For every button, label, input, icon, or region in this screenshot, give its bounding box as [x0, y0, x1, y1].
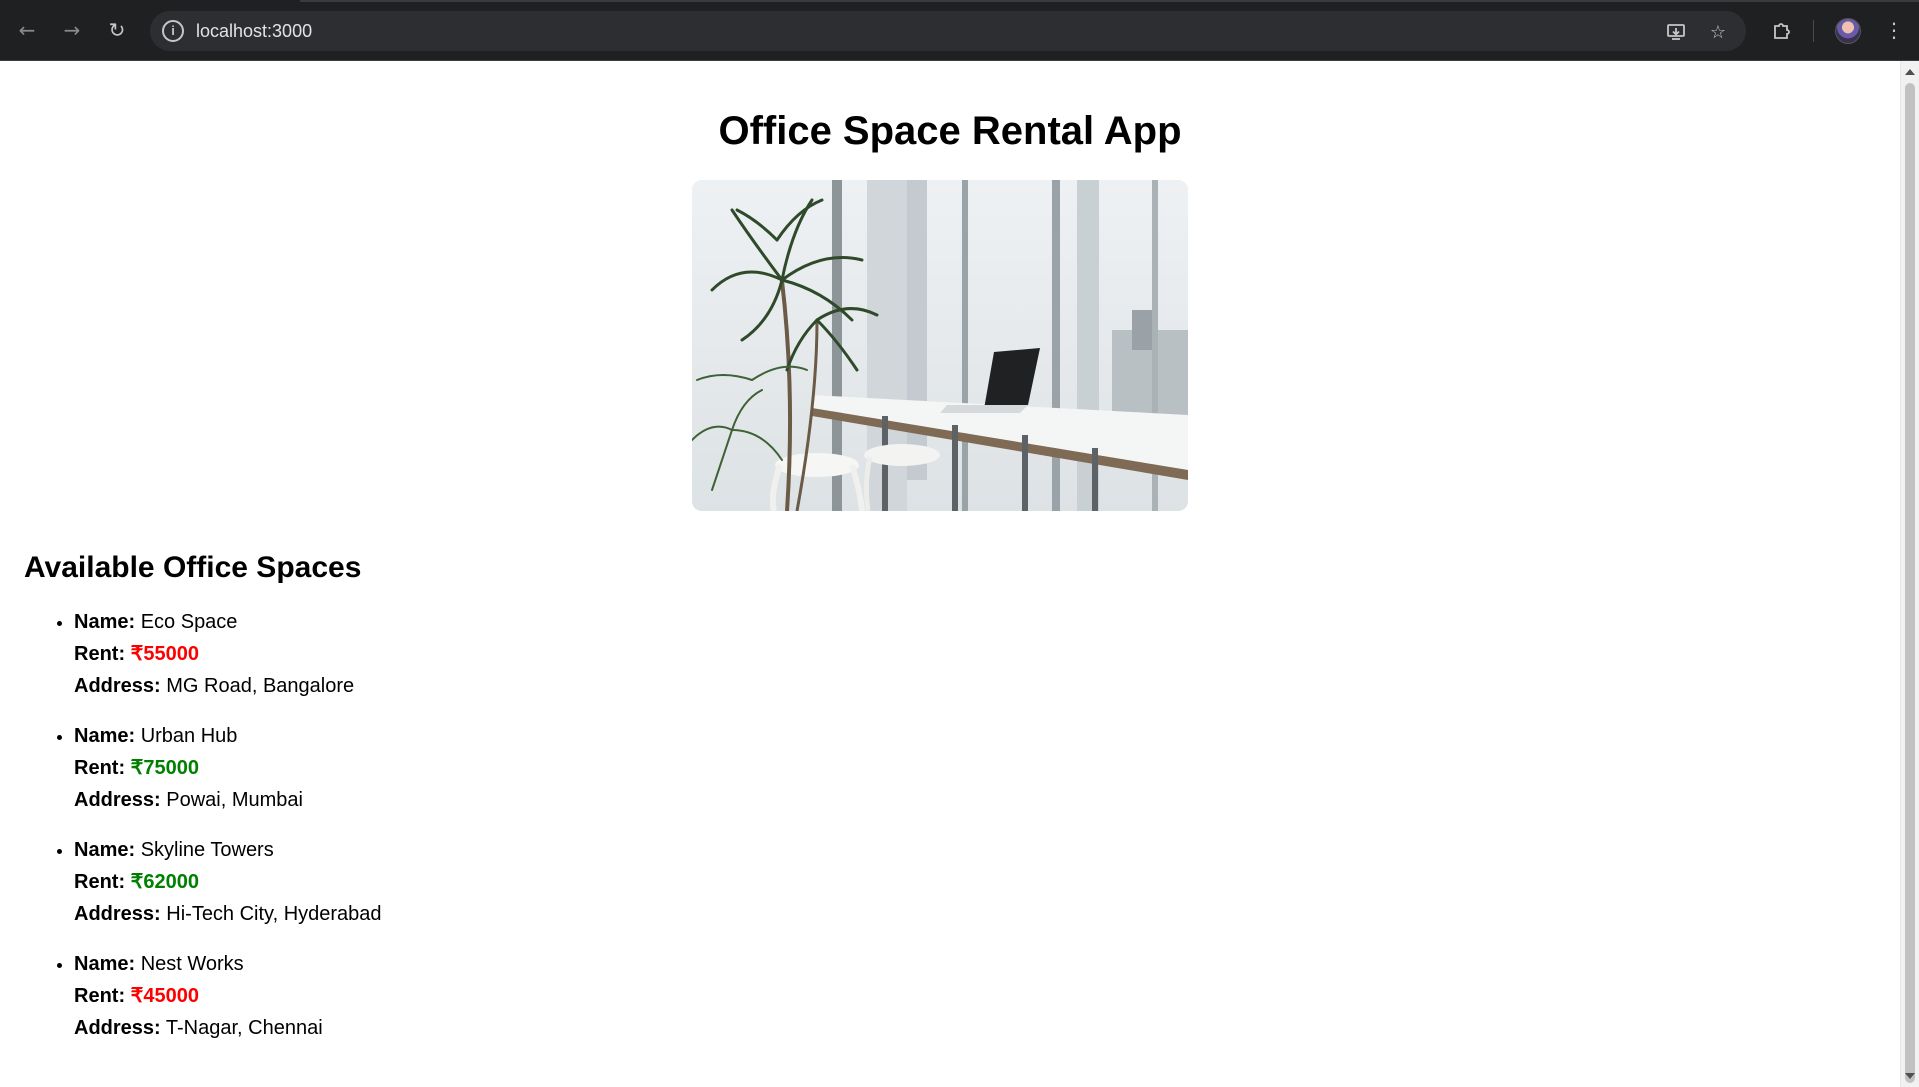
page-title: Office Space Rental App — [718, 109, 1182, 153]
reload-icon[interactable]: ↻ — [102, 15, 132, 45]
forward-arrow-icon[interactable]: → — [57, 15, 87, 45]
vertical-scrollbar[interactable] — [1900, 61, 1919, 1087]
office-rent-row: Rent: ₹62000 — [74, 866, 382, 898]
office-address: Hi-Tech City, Hyderabad — [166, 903, 382, 925]
office-address: Powai, Mumbai — [166, 789, 303, 811]
office-name: Skyline Towers — [140, 839, 274, 861]
list-item: Name: Urban Hub Rent: ₹75000 Address: Po… — [74, 720, 382, 816]
address-bar[interactable]: i localhost:3000 ☆ — [150, 11, 1746, 51]
address-label: Address: — [74, 675, 161, 697]
list-item: Name: Eco Space Rent: ₹55000 Address: MG… — [74, 606, 382, 702]
office-name: Urban Hub — [140, 725, 238, 747]
office-name-row: Name: Skyline Towers — [74, 834, 382, 866]
office-rent-row: Rent: ₹55000 — [74, 638, 382, 670]
name-label: Name: — [74, 839, 136, 861]
page-viewport: Office Space Rental App Available Office… — [0, 61, 1900, 1087]
rent-label: Rent: — [74, 985, 126, 1007]
tab-strip-hint — [300, 0, 640, 2]
rent-label: Rent: — [74, 871, 126, 893]
rent-label: Rent: — [74, 757, 126, 779]
back-arrow-icon[interactable]: ← — [12, 15, 42, 45]
site-info-icon[interactable]: i — [162, 20, 184, 42]
bookmark-star-icon[interactable]: ☆ — [1706, 20, 1730, 44]
office-name: Nest Works — [140, 953, 244, 975]
scroll-down-arrow-icon[interactable] — [1905, 1073, 1915, 1079]
address-label: Address: — [74, 789, 161, 811]
list-item: Name: Nest Works Rent: ₹45000 Address: T… — [74, 948, 382, 1044]
more-menu-icon[interactable]: ⋮ — [1880, 16, 1908, 44]
office-address: T-Nagar, Chennai — [165, 1017, 323, 1039]
office-rent-row: Rent: ₹45000 — [74, 980, 382, 1012]
name-label: Name: — [74, 611, 136, 633]
office-address-row: Address: T-Nagar, Chennai — [74, 1012, 382, 1044]
office-rent: ₹45000 — [130, 985, 200, 1007]
profile-avatar[interactable] — [1835, 18, 1861, 44]
address-bar-url[interactable]: localhost:3000 — [196, 21, 312, 42]
office-name-row: Name: Urban Hub — [74, 720, 382, 752]
office-address: MG Road, Bangalore — [166, 675, 355, 697]
scrollbar-thumb[interactable] — [1905, 83, 1915, 1083]
office-spaces-list: Name: Eco Space Rent: ₹55000 Address: MG… — [74, 606, 382, 1062]
browser-toolbar: ← → ↻ i localhost:3000 ☆ ⋮ — [0, 0, 1919, 61]
office-rent: ₹55000 — [130, 643, 200, 665]
scroll-up-arrow-icon[interactable] — [1905, 69, 1915, 75]
install-app-icon[interactable] — [1664, 20, 1688, 44]
office-address-row: Address: MG Road, Bangalore — [74, 670, 382, 702]
office-name-row: Name: Nest Works — [74, 948, 382, 980]
rent-label: Rent: — [74, 643, 126, 665]
list-item: Name: Skyline Towers Rent: ₹62000 Addres… — [74, 834, 382, 930]
office-name-row: Name: Eco Space — [74, 606, 382, 638]
name-label: Name: — [74, 953, 136, 975]
extensions-icon[interactable] — [1768, 16, 1796, 44]
office-rent: ₹75000 — [130, 757, 200, 779]
office-rent-row: Rent: ₹75000 — [74, 752, 382, 784]
address-label: Address: — [74, 903, 161, 925]
name-label: Name: — [74, 725, 136, 747]
tab-strip-hint — [640, 0, 1919, 2]
office-hero-image — [692, 180, 1188, 511]
office-rent: ₹62000 — [130, 871, 200, 893]
office-address-row: Address: Hi-Tech City, Hyderabad — [74, 898, 382, 930]
section-title: Available Office Spaces — [24, 551, 362, 584]
toolbar-divider — [1813, 20, 1814, 42]
office-address-row: Address: Powai, Mumbai — [74, 784, 382, 816]
office-name: Eco Space — [140, 611, 238, 633]
address-label: Address: — [74, 1017, 161, 1039]
